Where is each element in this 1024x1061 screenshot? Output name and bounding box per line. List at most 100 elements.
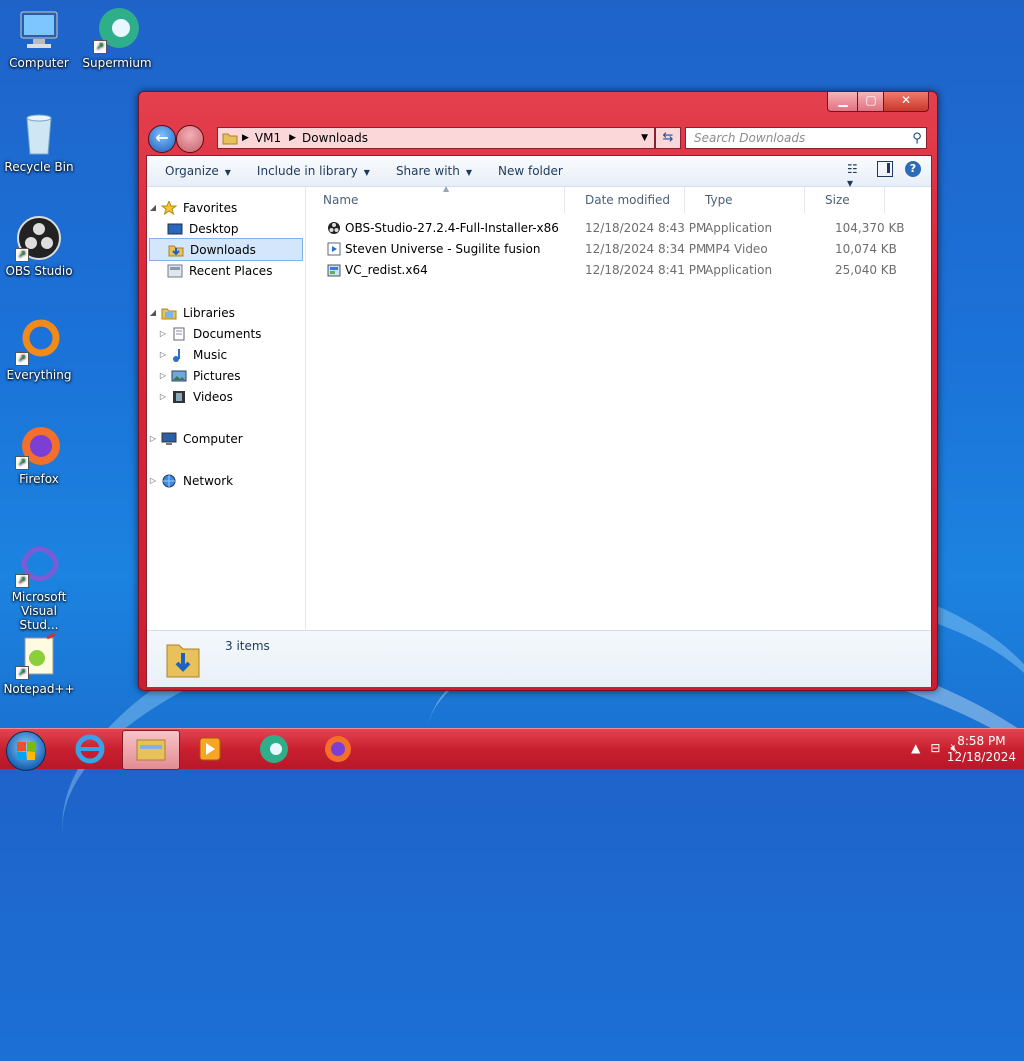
video-file-icon bbox=[327, 242, 341, 256]
address-bar[interactable]: ▶ VM1 ▶ Downloads ▼ bbox=[217, 127, 655, 149]
back-button[interactable]: ← bbox=[148, 125, 176, 153]
organize-label: Organize bbox=[165, 164, 219, 178]
share-with-button[interactable]: Share with ▼ bbox=[386, 164, 482, 178]
system-clock[interactable]: 8:58 PM 12/18/2024 bbox=[947, 733, 1016, 765]
search-input[interactable]: Search Downloads bbox=[686, 131, 908, 145]
start-button[interactable] bbox=[6, 731, 46, 771]
desktop-icon-obs[interactable]: ↗ OBS Studio bbox=[1, 214, 77, 278]
search-box[interactable]: Search Downloads ⚲ bbox=[685, 127, 927, 149]
column-header-type[interactable]: Type bbox=[685, 187, 805, 213]
internet-explorer-icon bbox=[75, 734, 105, 764]
expand-icon[interactable]: ▷ bbox=[157, 329, 169, 338]
taskbar-media-player-button[interactable] bbox=[182, 730, 238, 768]
nav-network[interactable]: ▷ Network bbox=[147, 470, 303, 491]
nav-desktop[interactable]: Desktop bbox=[165, 218, 321, 239]
nav-label: Documents bbox=[193, 326, 262, 341]
column-header-name[interactable]: ▲ Name bbox=[307, 184, 565, 213]
share-with-label: Share with bbox=[395, 164, 460, 178]
taskbar-explorer-button[interactable] bbox=[122, 730, 180, 770]
expand-icon[interactable]: ▷ bbox=[157, 371, 169, 380]
nav-pictures[interactable]: ▷ Pictures bbox=[157, 365, 313, 386]
nav-documents[interactable]: ▷ Documents bbox=[157, 323, 313, 344]
breadcrumb-vm1[interactable]: VM1 bbox=[255, 131, 281, 145]
expand-icon[interactable]: ▷ bbox=[147, 476, 159, 485]
clock-date: 12/18/2024 bbox=[946, 750, 1016, 764]
desktop-icon-recycle-bin[interactable]: Recycle Bin bbox=[1, 110, 77, 174]
desktop-icon-label: Supermium bbox=[82, 56, 152, 70]
maximize-icon: ▢ bbox=[865, 93, 877, 107]
expand-icon[interactable]: ▷ bbox=[147, 434, 159, 443]
everything-icon: ↗ bbox=[15, 318, 63, 366]
include-in-library-button[interactable]: Include in library ▼ bbox=[247, 164, 380, 178]
nav-downloads[interactable]: Downloads bbox=[149, 238, 303, 261]
taskbar-firefox-button[interactable] bbox=[310, 730, 366, 768]
breadcrumb-downloads[interactable]: Downloads bbox=[302, 131, 368, 145]
libraries-icon bbox=[161, 308, 177, 319]
clock-time: 8:58 PM bbox=[957, 734, 1006, 748]
column-label: Type bbox=[705, 193, 733, 207]
shortcut-arrow-icon: ↗ bbox=[15, 456, 29, 470]
forward-button[interactable] bbox=[176, 125, 204, 153]
desktop-icon-notepadpp[interactable]: ↗ Notepad++ bbox=[1, 632, 77, 696]
folder-icon bbox=[222, 133, 238, 145]
help-icon[interactable]: ? bbox=[905, 161, 921, 177]
shortcut-arrow-icon: ↗ bbox=[15, 666, 29, 680]
taskbar-ie-button[interactable] bbox=[62, 730, 118, 768]
file-row[interactable]: OBS-Studio-27.2.4-Full-Installer-x86 12/… bbox=[307, 218, 927, 239]
collapse-icon[interactable]: ◢ bbox=[147, 308, 159, 317]
taskbar-supermium-button[interactable] bbox=[246, 730, 302, 768]
chevron-down-icon: ▼ bbox=[363, 168, 370, 177]
desktop-icon-everything[interactable]: ↗ Everything bbox=[1, 318, 77, 382]
expand-icon[interactable]: ▷ bbox=[157, 350, 169, 359]
nav-label: Recent Places bbox=[189, 263, 273, 278]
nav-favorites[interactable]: ◢ Favorites bbox=[147, 197, 303, 218]
preview-pane-icon[interactable] bbox=[877, 161, 893, 177]
collapse-icon[interactable]: ◢ bbox=[147, 203, 159, 212]
recent-places-icon bbox=[167, 264, 183, 277]
refresh-button[interactable]: ⇆ bbox=[655, 127, 681, 149]
nav-videos[interactable]: ▷ Videos bbox=[157, 386, 313, 407]
back-arrow-icon: ← bbox=[155, 128, 169, 147]
organize-button[interactable]: Organize ▼ bbox=[155, 164, 241, 178]
show-hidden-icons-icon[interactable]: ▲ bbox=[911, 741, 920, 756]
nav-recent-places[interactable]: Recent Places bbox=[165, 260, 321, 281]
address-dropdown-icon[interactable]: ▼ bbox=[641, 133, 648, 143]
maximize-button[interactable]: ▢ bbox=[857, 92, 885, 112]
nav-libraries[interactable]: ◢ Libraries bbox=[147, 302, 303, 323]
firefox-icon: ↗ bbox=[15, 422, 63, 470]
change-view-icon[interactable]: ☷ ▾ bbox=[847, 162, 865, 190]
network-status-icon[interactable]: ⊟ bbox=[930, 741, 940, 756]
desktop-icon-label: Recycle Bin bbox=[4, 160, 74, 174]
file-name: Steven Universe - Sugilite fusion bbox=[345, 242, 541, 256]
expand-icon[interactable]: ▷ bbox=[157, 392, 169, 401]
view-controls: ☷ ▾ ? bbox=[847, 161, 921, 190]
network-icon bbox=[162, 474, 176, 487]
file-row[interactable]: VC_redist.x64 12/18/2024 8:41 PM Applica… bbox=[307, 260, 927, 281]
desktop-icon-visual-studio[interactable]: ↗ Microsoft Visual Stud... bbox=[1, 540, 77, 632]
desktop-icon-label: OBS Studio bbox=[5, 264, 73, 278]
obs-file-icon bbox=[328, 222, 340, 234]
column-header-date[interactable]: Date modified bbox=[565, 187, 685, 213]
nav-label: Favorites bbox=[183, 200, 238, 215]
obs-icon: ↗ bbox=[15, 214, 63, 262]
recycle-bin-icon bbox=[15, 110, 63, 158]
nav-label: Music bbox=[193, 347, 228, 362]
desktop-icon-supermium[interactable]: ↗ Supermium bbox=[79, 6, 155, 70]
chevron-down-icon: ▼ bbox=[224, 168, 231, 177]
nav-label: Network bbox=[183, 473, 234, 488]
nav-music[interactable]: ▷ Music bbox=[157, 344, 313, 365]
desktop-icon-computer[interactable]: Computer bbox=[1, 6, 77, 70]
close-button[interactable]: ✕ bbox=[883, 92, 929, 112]
desktop-icon-firefox[interactable]: ↗ Firefox bbox=[1, 422, 77, 486]
column-header-size[interactable]: Size bbox=[805, 187, 885, 213]
search-icon[interactable]: ⚲ bbox=[908, 131, 926, 146]
visual-studio-icon: ↗ bbox=[15, 540, 63, 588]
file-row[interactable]: Steven Universe - Sugilite fusion 12/18/… bbox=[307, 239, 927, 260]
column-label: Date modified bbox=[585, 193, 671, 207]
nav-computer[interactable]: ▷ Computer bbox=[147, 428, 303, 449]
firefox-icon bbox=[325, 736, 351, 762]
minimize-button[interactable]: ▁ bbox=[827, 92, 859, 112]
nav-label: Pictures bbox=[193, 368, 241, 383]
shortcut-arrow-icon: ↗ bbox=[15, 248, 29, 262]
new-folder-button[interactable]: New folder bbox=[488, 164, 573, 178]
